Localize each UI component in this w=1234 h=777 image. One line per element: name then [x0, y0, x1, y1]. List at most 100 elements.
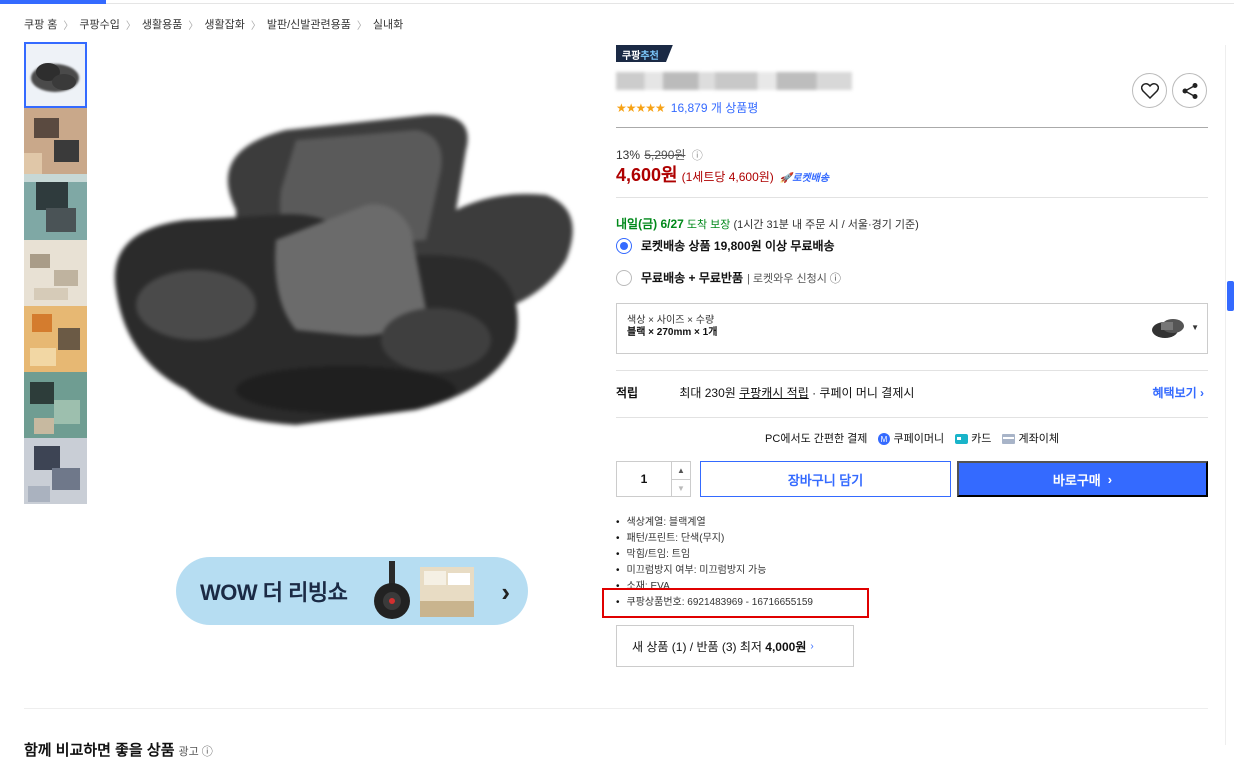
frying-pan-icon: [374, 561, 410, 619]
shipping-option-label: 로켓배송 상품 19,800원 이상 무료배송: [641, 239, 835, 253]
breadcrumb-item[interactable]: 쿠팡수입: [79, 16, 119, 32]
badge-prefix: 쿠팡: [622, 51, 641, 62]
thumbnail-3[interactable]: [24, 174, 87, 240]
card-icon: [955, 434, 969, 445]
badge-highlight: 추천: [640, 51, 659, 62]
quantity-input[interactable]: 1: [617, 462, 672, 496]
thumbnail-5[interactable]: [24, 306, 87, 372]
delivery-info: 내일(금) 6/27 도착 보장 (1시간 31분 내 주문 시 / 서울·경기…: [616, 215, 919, 232]
thumbnail-1[interactable]: [24, 42, 87, 108]
benefit-label: 적립: [616, 386, 639, 400]
breadcrumb: 쿠팡 홈 〉 쿠팡수입 〉 생활용품 〉 생활잡화 〉 발판/신발관련용품 〉 실내화: [24, 16, 403, 32]
attribute-item: 패턴/프린트: 단색(무지): [616, 531, 813, 547]
quantity-up-icon[interactable]: ▲: [672, 462, 690, 479]
payment-methods-row: PC에서도 간편한 결제 M 쿠페이머니 카드 계좌이체: [616, 430, 1208, 446]
benefit-more-link[interactable]: 혜택보기 ›: [1153, 384, 1205, 401]
attribute-item: 색상계열: 블랙계열: [616, 515, 813, 531]
related-title-text: 함께 비교하면 좋을 상품: [24, 742, 175, 759]
thumbnail-6[interactable]: [24, 372, 87, 438]
wishlist-button[interactable]: [1132, 73, 1167, 108]
benefit-prefix: 최대 230원: [679, 386, 736, 400]
payment-method: 카드: [971, 433, 992, 445]
original-price: 5,290원: [644, 148, 686, 162]
final-price: 4,600원: [616, 165, 678, 185]
chevron-right-icon: ›: [810, 640, 814, 652]
price-row: 4,600원 (1세트당 4,600원) 🚀로켓배송: [616, 161, 829, 187]
payment-title: PC에서도 간편한 결제: [765, 433, 868, 445]
divider: [616, 197, 1208, 198]
breadcrumb-item-home[interactable]: 쿠팡 홈: [24, 16, 57, 32]
share-button[interactable]: [1172, 73, 1207, 108]
thumbnail-4[interactable]: [24, 240, 87, 306]
breadcrumb-item[interactable]: 생활용품: [142, 16, 182, 32]
shipping-option-extra[interactable]: | 로켓와우 신청시 ⓘ: [747, 270, 841, 286]
sellers-price: 4,000원: [765, 639, 807, 654]
attribute-item: 막힘/트임: 트임: [616, 547, 813, 563]
breadcrumb-item[interactable]: 생활잡화: [204, 16, 244, 32]
coupang-cash-link[interactable]: 쿠팡캐시 적립: [739, 386, 809, 400]
active-tab-indicator: [0, 0, 106, 4]
buy-now-button[interactable]: 바로구매 ›: [957, 461, 1208, 497]
shipping-option-rocket[interactable]: 로켓배송 상품 19,800원 이상 무료배송: [616, 237, 835, 254]
payment-method: 계좌이체: [1018, 433, 1059, 445]
rocket-label: 로켓배송: [792, 173, 830, 184]
quantity-down-icon[interactable]: ▼: [672, 479, 690, 496]
chevron-right-icon: ›: [1107, 471, 1113, 487]
coupang-recommend-badge: 쿠팡추천: [616, 45, 673, 62]
product-main-image[interactable]: [96, 90, 586, 470]
reward-benefit-row: 적립 최대 230원 쿠팡캐시 적립 · 쿠페이 머니 결제시 혜택보기 ›: [616, 384, 1208, 401]
buy-now-label: 바로구매: [1052, 472, 1101, 488]
option-label: 색상 × 사이즈 × 수량: [627, 315, 715, 326]
chevron-right-icon: 〉: [250, 20, 261, 32]
option-thumbnail: [1152, 319, 1184, 338]
delivery-condition: (1시간 31분 내 주문 시 / 서울·경기 기준): [733, 219, 919, 231]
review-count-link[interactable]: 16,879 개 상품평: [671, 99, 759, 116]
chevron-right-icon: 〉: [125, 20, 136, 32]
heart-icon: [1140, 82, 1159, 99]
shipping-option-label: 무료배송 + 무료반품: [641, 271, 743, 285]
benefit-suffix: · 쿠페이 머니 결제시: [812, 386, 915, 400]
divider: [616, 127, 1208, 128]
thumbnail-2[interactable]: [24, 108, 87, 174]
chevron-right-icon: 〉: [356, 20, 367, 32]
furniture-image: [420, 567, 474, 617]
breadcrumb-item[interactable]: 실내화: [373, 16, 403, 32]
chevron-right-icon: ›: [501, 577, 510, 607]
radio-unselected[interactable]: [616, 269, 632, 286]
divider: [616, 370, 1208, 371]
delivery-guarantee: 도착 보장: [686, 219, 731, 231]
other-sellers-button[interactable]: 새 상품 (1) / 반품 (3) 최저 4,000원 ›: [616, 625, 854, 667]
option-value: 블랙 × 270mm × 1개: [627, 327, 718, 338]
shipping-option-free[interactable]: 무료배송 + 무료반품 | 로켓와우 신청시 ⓘ: [616, 269, 841, 286]
scrollbar-track[interactable]: [1225, 45, 1234, 745]
thumbnail-list: [24, 42, 87, 504]
payment-method: 쿠페이머니: [893, 433, 945, 445]
section-divider: [24, 708, 1208, 709]
product-title-blurred: [616, 72, 852, 90]
unit-price: (1세트당 4,600원): [681, 170, 774, 184]
chevron-right-icon: 〉: [188, 20, 199, 32]
quantity-arrows: ▲ ▼: [672, 462, 690, 496]
breadcrumb-item[interactable]: 발판/신발관련용품: [267, 16, 351, 32]
rating-row[interactable]: ★★★★★ 16,879 개 상품평: [616, 99, 758, 116]
option-select[interactable]: 색상 × 사이즈 × 수량 블랙 × 270mm × 1개 ▼: [616, 303, 1208, 354]
radio-selected[interactable]: [616, 237, 632, 254]
quantity-stepper[interactable]: 1 ▲ ▼: [616, 461, 691, 497]
star-rating-icon: ★★★★★: [616, 100, 666, 115]
scrollbar-thumb[interactable]: [1227, 281, 1234, 311]
delivery-date: 내일(금) 6/27: [616, 217, 684, 231]
add-to-cart-button[interactable]: 장바구니 담기: [700, 461, 951, 497]
highlight-annotation: [602, 588, 869, 618]
sellers-text: 새 상품 (1) / 반품 (3) 최저: [632, 639, 762, 654]
related-products-title: 함께 비교하면 좋을 상품 광고 ⓘ: [24, 739, 213, 760]
promo-banner[interactable]: WOW 더 리빙쇼 ›: [176, 557, 528, 625]
share-icon: [1182, 82, 1197, 99]
chevron-right-icon: 〉: [63, 20, 74, 32]
ad-label[interactable]: 광고 ⓘ: [179, 746, 213, 758]
promo-banner-text: WOW 더 리빙쇼: [200, 580, 348, 605]
divider: [616, 417, 1208, 418]
top-nav-bar: [0, 0, 1234, 4]
coupay-money-icon: M: [878, 433, 891, 446]
thumbnail-7[interactable]: [24, 438, 87, 504]
svg-text:M: M: [881, 435, 888, 444]
